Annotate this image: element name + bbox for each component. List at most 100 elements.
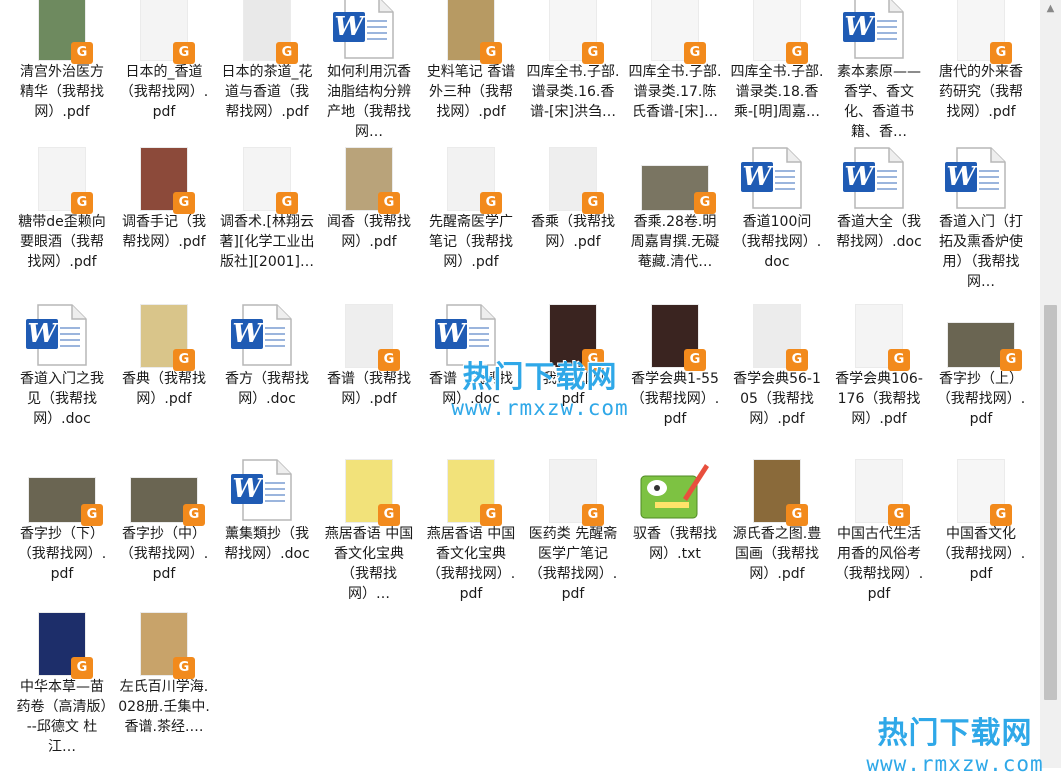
word-logo-icon: W xyxy=(333,12,365,42)
file-item[interactable]: G 香学会典1-55（我帮找网）.pdf xyxy=(625,305,725,429)
file-item[interactable]: W 如何利用沉香油脂结构分辨产地（我帮找网… xyxy=(319,0,419,142)
file-item[interactable]: G 调香术.[林翔云著][化学工业出版社][2001]… xyxy=(217,148,317,272)
file-item[interactable]: 驭香（我帮找网）.txt xyxy=(625,462,725,564)
file-item[interactable]: G 唐代的外来香药研究（我帮找网）.pdf xyxy=(931,0,1031,122)
file-item[interactable]: G 日本的茶道_花道与香道（我帮找网）.pdf xyxy=(217,0,317,122)
file-name: 四库全书.子部.谱录类.18.香乘-[明]周嘉… xyxy=(730,64,824,120)
file-item[interactable]: G 香乘.28卷.明周嘉胄撰.无礙菴藏.清代… xyxy=(625,150,725,272)
file-item[interactable]: W 香谱（我帮找网）.doc xyxy=(421,304,521,409)
pdf-reader-badge-icon: G xyxy=(582,504,604,526)
file-name: 香字抄（中）（我帮找网）.pdf xyxy=(119,526,209,582)
file-name: 调香术.[林翔云著][化学工业出版社][2001]… xyxy=(219,214,315,270)
file-item[interactable]: G 糖带de歪赖向要眼酒（我帮找网）.pdf xyxy=(12,148,112,272)
file-item[interactable]: G 清宫外治医方精华（我帮找网）.pdf xyxy=(12,0,112,122)
file-item[interactable]: W 香道入门（打拓及熏香炉使用）（我帮找网… xyxy=(931,147,1031,292)
file-item[interactable]: G 源氏香之图.豊国画（我帮找网）.pdf xyxy=(727,460,827,584)
pdf-thumbnail-icon: G xyxy=(523,148,623,214)
file-item[interactable]: G 日本的_香道（我帮找网）.pdf xyxy=(114,0,214,122)
file-name: 如何利用沉香油脂结构分辨产地（我帮找网… xyxy=(327,64,411,140)
word-logo-icon: W xyxy=(435,319,467,349)
pdf-reader-badge-icon: G xyxy=(71,42,93,64)
file-item[interactable]: G 香字抄（上）（我帮找网）.pdf xyxy=(931,307,1031,429)
file-item[interactable]: G 四库全书.子部.谱录类.17.陈氏香谱-[宋]… xyxy=(625,0,725,122)
file-name: 中国香文化（我帮找网）.pdf xyxy=(936,526,1026,582)
file-item[interactable]: G 香字抄（中）（我帮找网）.pdf xyxy=(114,462,214,584)
file-item[interactable]: G 左氏百川学海.028册.壬集中.香谱.茶经.… xyxy=(114,613,214,737)
file-item[interactable]: G 史料笔记 香谱 外三种（我帮找网）.pdf xyxy=(421,0,521,122)
file-name: 香道大全（我帮找网）.doc xyxy=(836,214,922,250)
file-item[interactable]: G 调香手记（我帮找网）.pdf xyxy=(114,148,214,252)
file-item[interactable]: W 香方（我帮找网）.doc xyxy=(217,304,317,409)
file-name: 调香手记（我帮找网）.pdf xyxy=(122,214,206,250)
file-item[interactable]: W 香道大全（我帮找网）.doc xyxy=(829,147,929,252)
file-item[interactable]: G 香谱（我帮找网）.pdf xyxy=(319,305,419,409)
pdf-thumbnail-icon: G xyxy=(421,460,521,526)
file-item[interactable]: G 燕居香语 中国香文化宝典（我帮找网）.pdf xyxy=(421,460,521,604)
scroll-thumb[interactable] xyxy=(1044,305,1057,700)
pdf-reader-badge-icon: G xyxy=(582,192,604,214)
file-item[interactable]: G 中华本草—苗药卷（高清版）--邱德文 杜江… xyxy=(12,613,112,757)
vertical-scrollbar[interactable]: ▲ xyxy=(1040,0,1061,768)
pdf-thumbnail-icon: G xyxy=(319,148,419,214)
pdf-reader-badge-icon: G xyxy=(694,192,716,214)
file-name: 医药类 先醒斋医学广笔记（我帮找网）.pdf xyxy=(528,526,618,602)
pdf-thumbnail-icon: G xyxy=(523,460,623,526)
pdf-thumbnail-icon: G xyxy=(12,613,112,679)
pdf-thumbnail-icon: G xyxy=(114,148,214,214)
pdf-reader-badge-icon: G xyxy=(276,192,298,214)
file-item[interactable]: G 中国香文化（我帮找网）.pdf xyxy=(931,460,1031,584)
pdf-thumbnail-icon: G xyxy=(931,0,1031,64)
pdf-reader-badge-icon: G xyxy=(71,657,93,679)
word-document-icon: W xyxy=(319,0,419,60)
file-item[interactable]: G 医药类 先醒斋医学广笔记（我帮找网）.pdf xyxy=(523,460,623,604)
file-item[interactable]: G 燕居香语 中国香文化宝典（我帮找网）… xyxy=(319,460,419,604)
file-item[interactable]: W 薰集類抄（我帮找网）.doc xyxy=(217,459,317,564)
file-item[interactable]: G 香学会典106-176（我帮找网）.pdf xyxy=(829,305,929,429)
file-item[interactable]: W 素本素原——香学、香文化、香道书籍、香… xyxy=(829,0,929,142)
pdf-reader-badge-icon: G xyxy=(378,192,400,214)
scroll-up-arrow-icon[interactable]: ▲ xyxy=(1040,0,1061,18)
file-name: 四库全书.子部.谱录类.17.陈氏香谱-[宋]… xyxy=(628,64,722,120)
file-item[interactable]: G 香学会典56-105（我帮找网）.pdf xyxy=(727,305,827,429)
file-item[interactable]: G 中国古代生活用香的风俗考（我帮找网）.pdf xyxy=(829,460,929,604)
pdf-reader-badge-icon: G xyxy=(582,349,604,371)
pdf-thumbnail-icon: G xyxy=(523,0,623,64)
pdf-reader-badge-icon: G xyxy=(480,192,502,214)
file-item[interactable]: G 四库全书.子部.谱录类.16.香谱-[宋]洪刍… xyxy=(523,0,623,122)
file-name: 唐代的外来香药研究（我帮找网）.pdf xyxy=(939,64,1023,120)
file-name: 香字抄（上）（我帮找网）.pdf xyxy=(936,371,1026,427)
file-item[interactable]: G 香乘（我帮找网）.pdf xyxy=(523,148,623,252)
pdf-reader-badge-icon: G xyxy=(684,42,706,64)
word-document-icon: W xyxy=(727,147,827,210)
file-item[interactable]: G （我帮找网）.pdf xyxy=(523,305,623,409)
file-item[interactable]: G 先醒斋医学广笔记（我帮找网）.pdf xyxy=(421,148,521,272)
pdf-thumbnail-icon: G xyxy=(523,305,623,371)
pdf-thumbnail-icon: G xyxy=(12,148,112,214)
file-item[interactable]: G 闻香（我帮找网）.pdf xyxy=(319,148,419,252)
pdf-thumbnail-icon: G xyxy=(114,305,214,371)
pdf-reader-badge-icon: G xyxy=(183,504,205,526)
pdf-thumbnail-icon: G xyxy=(625,150,725,214)
file-name: 四库全书.子部.谱录类.16.香谱-[宋]洪刍… xyxy=(526,64,620,120)
file-name: 香乘（我帮找网）.pdf xyxy=(531,214,615,250)
file-item[interactable]: G 四库全书.子部.谱录类.18.香乘-[明]周嘉… xyxy=(727,0,827,122)
file-name: 源氏香之图.豊国画（我帮找网）.pdf xyxy=(732,526,822,582)
word-logo-icon: W xyxy=(26,319,58,349)
file-name: 燕居香语 中国香文化宝典（我帮找网）.pdf xyxy=(426,526,516,602)
word-document-icon: W xyxy=(217,304,317,367)
pdf-reader-badge-icon: G xyxy=(990,504,1012,526)
file-item[interactable]: W 香道入门之我见（我帮找网）.doc xyxy=(12,304,112,429)
file-item[interactable]: G 香字抄（下）（我帮找网）.pdf xyxy=(12,462,112,584)
file-item[interactable]: W 香道100问（我帮找网）.doc xyxy=(727,147,827,272)
pdf-reader-badge-icon: G xyxy=(276,42,298,64)
pdf-reader-badge-icon: G xyxy=(378,349,400,371)
pdf-reader-badge-icon: G xyxy=(173,657,195,679)
pdf-reader-badge-icon: G xyxy=(990,42,1012,64)
file-name: （我帮找网）.pdf xyxy=(528,371,618,407)
word-logo-icon: W xyxy=(843,162,875,192)
file-item[interactable]: G 香典（我帮找网）.pdf xyxy=(114,305,214,409)
file-name: 先醒斋医学广笔记（我帮找网）.pdf xyxy=(429,214,513,270)
file-name: 闻香（我帮找网）.pdf xyxy=(327,214,411,250)
file-name: 薰集類抄（我帮找网）.doc xyxy=(224,526,310,562)
word-document-icon: W xyxy=(217,459,317,522)
